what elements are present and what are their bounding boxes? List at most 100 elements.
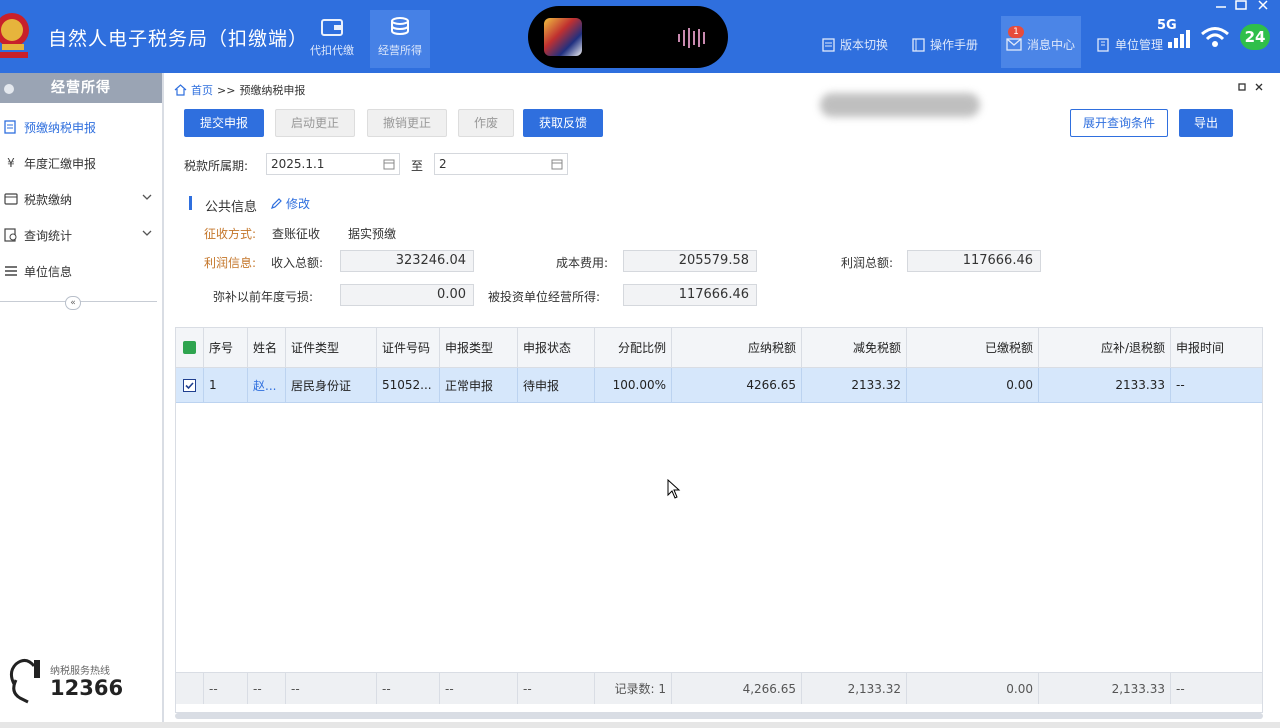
restore-pane-icon[interactable] <box>1238 83 1246 91</box>
version-switch-button[interactable]: 版本切换 <box>822 36 888 53</box>
sidebar-item-label: 预缴纳税申报 <box>24 120 97 135</box>
public-info-title: 公共信息 <box>205 200 258 215</box>
sidebar-item-tax-payment[interactable]: 税款缴纳 <box>0 181 162 217</box>
record-count: 记录数: 1 <box>595 673 672 704</box>
document-icon <box>822 37 835 52</box>
void-button[interactable]: 作废 <box>458 109 514 137</box>
profit-total-label: 利润总额: <box>841 256 894 270</box>
sidebar: 经营所得 预缴纳税申报 ¥ 年度汇缴申报 税款缴纳 查询统计 单位信息 « 纳税… <box>0 73 164 728</box>
horizontal-scrollbar[interactable] <box>175 713 1263 719</box>
footer-cell: -- <box>204 673 248 704</box>
cancel-correction-button[interactable]: 撤销更正 <box>367 109 447 137</box>
sidebar-item-prepay-declaration[interactable]: 预缴纳税申报 <box>0 109 162 145</box>
invested-income-label: 被投资单位经营所得: <box>488 290 601 304</box>
coins-icon <box>391 17 409 36</box>
profit-total-field[interactable]: 117666.46 <box>907 250 1041 272</box>
maximize-icon[interactable] <box>1234 0 1248 10</box>
version-switch-label: 版本切换 <box>840 38 889 52</box>
cost-field[interactable]: 205579.58 <box>623 250 757 272</box>
footer-cell: -- <box>1176 681 1185 696</box>
redacted-area <box>820 93 980 117</box>
calendar-icon[interactable] <box>383 158 395 170</box>
income-field[interactable]: 323246.04 <box>340 250 474 272</box>
chevron-down-icon <box>142 230 152 236</box>
footer-cell: -- <box>248 673 286 704</box>
col-header[interactable]: 已缴税额 <box>907 328 1039 367</box>
close-icon[interactable] <box>1256 0 1270 10</box>
invested-income-field[interactable]: 117666.46 <box>623 284 757 306</box>
period-start-value: 2025.1.1 <box>271 157 325 171</box>
cell-declare-type: 正常申报 <box>440 368 518 402</box>
period-end-field[interactable]: 2 <box>434 153 568 175</box>
col-header[interactable]: 应补/退税额 <box>1039 328 1171 367</box>
hotline-block: 纳税服务热线 12366 <box>6 658 156 708</box>
section-marker <box>189 196 192 210</box>
table-header: 序号 姓名 证件类型 证件号码 申报类型 申报状态 分配比例 应纳税额 减免税额… <box>176 328 1262 368</box>
table-row[interactable]: 1 赵... 居民身份证 51052... 正常申报 待申报 100.00% 4… <box>176 368 1262 403</box>
hotline-number: 12366 <box>50 676 124 700</box>
breadcrumb-home[interactable]: 首页 <box>191 82 213 98</box>
select-all-checkbox[interactable] <box>176 328 204 367</box>
col-header[interactable]: 申报状态 <box>518 328 595 367</box>
prior-loss-field[interactable]: 0.00 <box>340 284 474 306</box>
topnav-withholding[interactable]: 代扣代缴 <box>302 10 362 68</box>
sidebar-item-label: 单位信息 <box>24 264 73 279</box>
cell-seq: 1 <box>204 368 248 402</box>
app-title: 自然人电子税务局（扣缴端） <box>48 28 309 50</box>
footer-cell: -- <box>377 673 440 704</box>
money-bag-icon <box>4 84 14 94</box>
expand-query-button[interactable]: 展开查询条件 <box>1070 109 1168 137</box>
sidebar-collapse-button[interactable]: « <box>65 296 81 310</box>
building-icon <box>1097 37 1109 52</box>
sidebar-item-annual-settlement[interactable]: ¥ 年度汇缴申报 <box>0 145 162 181</box>
sidebar-item-unit-info[interactable]: 单位信息 <box>0 253 162 289</box>
col-header[interactable]: 申报时间 <box>1171 328 1262 367</box>
prior-loss-label: 弥补以前年度亏损: <box>213 290 314 304</box>
period-label: 税款所属期: <box>184 159 249 173</box>
col-header[interactable]: 证件号码 <box>377 328 440 367</box>
minimize-icon[interactable] <box>1214 0 1228 10</box>
export-button[interactable]: 导出 <box>1179 109 1233 137</box>
cell-ratio: 100.00% <box>595 368 672 402</box>
edit-public-info-link[interactable]: 修改 <box>270 195 310 212</box>
unit-management-label: 单位管理 <box>1115 38 1164 52</box>
sidebar-item-query-stats[interactable]: 查询统计 <box>0 217 162 253</box>
declare-icon <box>4 120 16 134</box>
row-checkbox[interactable] <box>176 368 204 402</box>
national-emblem-icon <box>0 13 29 58</box>
checked-icon <box>183 341 196 354</box>
col-header[interactable]: 分配比例 <box>595 328 672 367</box>
calendar-icon[interactable] <box>551 158 563 170</box>
breadcrumb-current: 预缴纳税申报 <box>239 84 306 97</box>
cell-name[interactable]: 赵... <box>248 368 286 402</box>
col-header[interactable]: 应纳税额 <box>672 328 802 367</box>
unit-management-button[interactable]: 单位管理 <box>1096 36 1163 53</box>
cell-id-type: 居民身份证 <box>286 368 377 402</box>
period-start-field[interactable]: 2025.1.1 <box>266 153 400 175</box>
cell-tax-reduction: 2133.32 <box>802 368 907 402</box>
home-icon <box>174 84 187 96</box>
start-correction-button[interactable]: 启动更正 <box>275 109 355 137</box>
manual-button[interactable]: 操作手册 <box>912 36 978 53</box>
audio-wave-icon <box>678 28 705 48</box>
cell-declare-time: -- <box>1176 378 1185 392</box>
col-header[interactable]: 序号 <box>204 328 248 367</box>
mail-icon <box>1006 38 1022 51</box>
topnav-label: 经营所得 <box>378 44 422 57</box>
signal-icon <box>1168 30 1190 48</box>
message-center-button[interactable]: 消息中心 <box>1006 36 1075 53</box>
prepay-method-value: 据实预缴 <box>348 227 397 241</box>
battery-indicator: 24 <box>1240 24 1270 50</box>
col-header[interactable]: 证件类型 <box>286 328 377 367</box>
get-feedback-button[interactable]: 获取反馈 <box>523 109 603 137</box>
submit-declaration-button[interactable]: 提交申报 <box>184 109 264 137</box>
topnav-business-income[interactable]: 经营所得 <box>370 10 430 68</box>
wifi-icon <box>1201 27 1229 47</box>
col-header[interactable]: 减免税额 <box>802 328 907 367</box>
manual-label: 操作手册 <box>930 38 979 52</box>
main-panel: 首页 >> 预缴纳税申报 提交申报 启动更正 撤销更正 作废 获取反馈 展开查询… <box>166 73 1280 728</box>
close-pane-icon[interactable] <box>1255 83 1263 91</box>
collection-method-label: 征收方式: <box>204 227 257 241</box>
col-header[interactable]: 申报类型 <box>440 328 518 367</box>
col-header[interactable]: 姓名 <box>248 328 286 367</box>
